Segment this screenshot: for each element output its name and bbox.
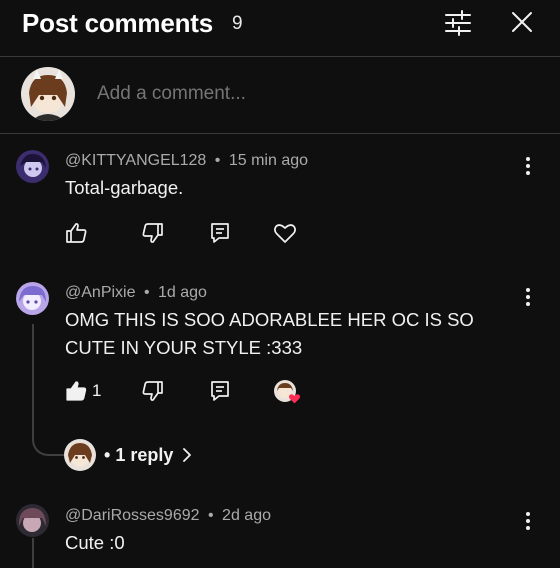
comment-text: Cute :0 — [65, 532, 125, 553]
heart-icon[interactable] — [273, 221, 297, 245]
like-count: 1 — [92, 381, 102, 400]
comments-header: Post comments 9 — [0, 0, 560, 56]
add-comment-input[interactable] — [97, 83, 477, 105]
thread-line — [32, 538, 34, 568]
view-replies-button[interactable]: • 1 reply — [104, 445, 192, 466]
comment-time: 15 min ago — [228, 152, 309, 169]
dislike-icon[interactable] — [141, 379, 165, 403]
user-avatar — [21, 67, 75, 121]
reply-icon[interactable] — [208, 221, 232, 245]
reply-avatar — [64, 439, 96, 471]
author-name[interactable]: @AnPixie — [65, 284, 136, 301]
creator-heart-badge[interactable] — [274, 380, 300, 406]
meta-separator: • — [143, 284, 150, 301]
comment-meta: @AnPixie • 1d ago — [65, 284, 207, 302]
comment-time: 1d ago — [158, 284, 207, 301]
header-divider — [0, 56, 560, 57]
comment-text-line: CUTE IN YOUR STYLE :333 — [65, 337, 303, 358]
page-title: Post comments — [22, 8, 214, 38]
like-icon[interactable] — [64, 221, 88, 245]
more-options-icon[interactable] — [518, 286, 538, 308]
avatar[interactable] — [16, 504, 49, 537]
red-heart-icon — [289, 394, 300, 404]
more-options-icon[interactable] — [518, 155, 538, 177]
chevron-right-icon — [183, 448, 192, 462]
comment-meta: @DariRosses9692 • 2d ago — [65, 507, 271, 525]
comment-time: 2d ago — [222, 507, 271, 524]
meta-separator: • — [207, 507, 214, 524]
avatar[interactable] — [16, 282, 49, 315]
author-name[interactable]: @KITTYANGEL128 — [65, 152, 206, 169]
reply-icon[interactable] — [208, 379, 232, 403]
comment-count: 9 — [232, 13, 243, 34]
comment-meta: @KITTYANGEL128 • 15 min ago — [65, 152, 308, 170]
close-icon[interactable] — [510, 10, 534, 34]
avatar[interactable] — [16, 150, 49, 183]
more-options-icon[interactable] — [518, 510, 538, 532]
comment-text: OMG THIS IS SOO ADORABLEE HER OC IS SO C… — [65, 306, 505, 362]
thread-line — [32, 324, 66, 456]
meta-separator: • — [214, 152, 221, 169]
dislike-icon[interactable] — [141, 221, 165, 245]
input-divider — [0, 133, 560, 134]
like-icon-filled[interactable] — [64, 379, 88, 403]
author-name[interactable]: @DariRosses9692 — [65, 507, 200, 524]
sliders-icon[interactable] — [444, 10, 472, 36]
comment-text-line: OMG THIS IS SOO ADORABLEE HER OC IS SO — [65, 309, 474, 330]
replies-label: 1 reply — [115, 445, 174, 465]
reply-separator: • — [104, 445, 111, 465]
comment-text: Total-garbage. — [65, 177, 184, 198]
